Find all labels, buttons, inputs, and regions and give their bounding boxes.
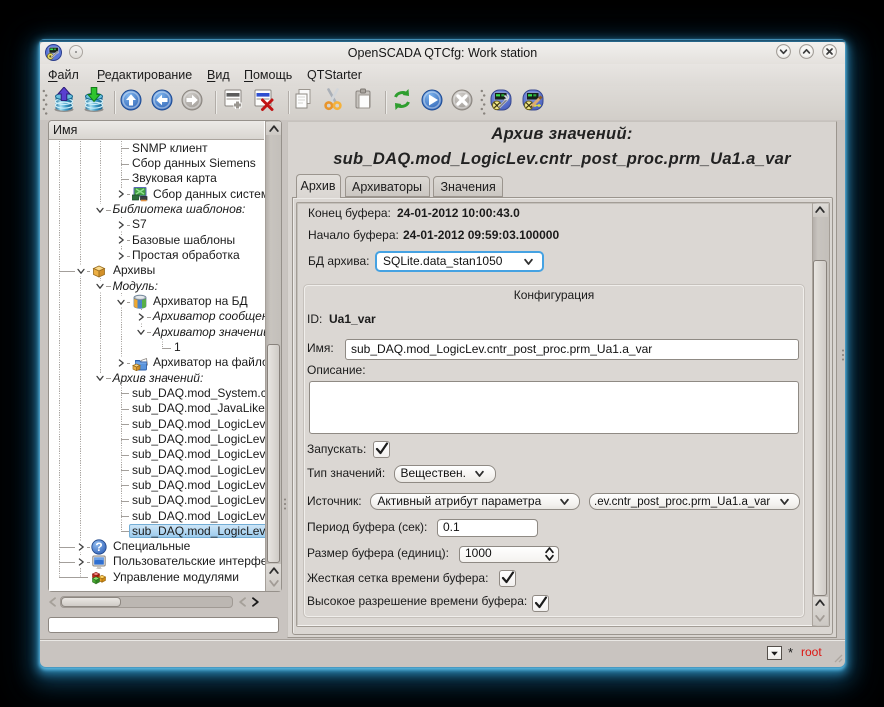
svg-text:?: ? <box>95 540 102 554</box>
